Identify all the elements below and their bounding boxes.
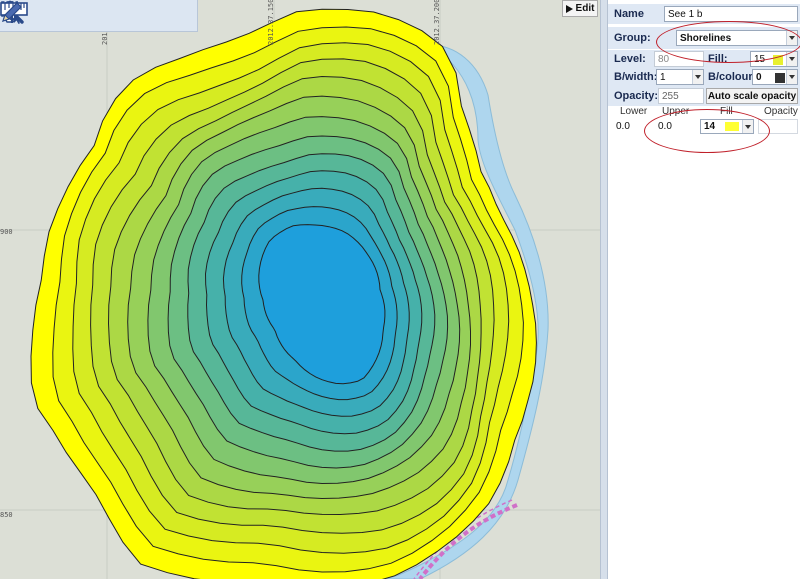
bwidth-label: B/width:: [614, 71, 658, 83]
name-label: Name: [614, 8, 644, 20]
table-row[interactable]: 0.0 0.0 14: [608, 119, 800, 135]
chevron-down-icon[interactable]: [786, 70, 797, 84]
chevron-down-icon[interactable]: [786, 31, 797, 45]
row-fill-swatch: [725, 122, 739, 131]
select-area-icon[interactable]: [1, 1, 96, 29]
panel-splitter[interactable]: [600, 0, 608, 579]
bcolour-select[interactable]: 0: [752, 69, 798, 85]
ruler-icon[interactable]: [0, 2, 164, 29]
name-field[interactable]: See 1 b: [664, 6, 798, 22]
chevron-down-icon[interactable]: [742, 120, 753, 133]
level-value: 80: [658, 53, 670, 65]
group-row: Group: Shorelines: [608, 27, 800, 49]
pencil-icon[interactable]: [2, 2, 197, 29]
edit-button[interactable]: Edit: [562, 0, 598, 17]
edit-button-label: Edit: [575, 3, 595, 14]
opacity-field[interactable]: 255: [658, 88, 704, 104]
measure-caduceus-icon[interactable]: [2, 2, 129, 29]
header-lower: Lower: [620, 106, 648, 117]
levels-table-header: Lower Upper Fill Opacity: [608, 106, 800, 118]
opacity-value: 255: [662, 90, 679, 102]
header-fill: Fill: [720, 106, 733, 117]
bwidth-value: 1: [660, 71, 666, 83]
contour-map[interactable]: [0, 0, 600, 579]
cell-fill-value: 14: [704, 121, 716, 132]
cell-fill-select[interactable]: 14: [700, 119, 754, 134]
play-arrow-icon: [565, 4, 573, 13]
cell-lower: 0.0: [616, 121, 630, 132]
name-value: See 1 b: [668, 8, 703, 20]
fill-select[interactable]: 15: [750, 51, 798, 67]
grid-label-y1: 900: [0, 228, 13, 236]
map-toolbar: [0, 0, 198, 32]
name-row: Name See 1 b: [608, 4, 800, 24]
border-color-swatch: [775, 73, 785, 83]
opacity-label: Opacity:: [614, 90, 659, 102]
pan-hand-icon[interactable]: [2, 0, 63, 29]
bcolour-label: B/colour:: [708, 71, 757, 83]
group-label: Group:: [614, 32, 651, 44]
header-upper: Upper: [662, 106, 690, 117]
group-select[interactable]: Shorelines: [676, 30, 798, 46]
grid-label-y2: 850: [0, 511, 13, 519]
properties-panel: Name See 1 b Group: Shorelines Level: 80…: [608, 0, 800, 579]
border-row: B/width: 1 B/colour: 0: [608, 68, 800, 86]
grid-label-x2: 2012.37.150: [267, 0, 275, 45]
cell-opacity-field[interactable]: [758, 119, 798, 134]
chevron-down-icon[interactable]: [692, 70, 703, 84]
group-value: Shorelines: [680, 32, 732, 44]
cell-upper: 0.0: [658, 121, 672, 132]
auto-scale-opacity-button[interactable]: Auto scale opacity: [706, 88, 798, 104]
map-canvas[interactable]: 2012.37.100 2012.37.150 2012.37.200 900 …: [0, 0, 600, 579]
bwidth-select[interactable]: 1: [656, 69, 704, 85]
grid-label-x3: 2012.37.200: [433, 0, 441, 45]
chevron-down-icon[interactable]: [786, 52, 797, 66]
fill-label: Fill:: [708, 53, 728, 65]
bcolour-value: 0: [756, 71, 762, 83]
fill-value: 15: [754, 53, 766, 65]
level-fill-row: Level: 80 Fill: 15: [608, 50, 800, 68]
header-opacity: Opacity: [764, 106, 798, 117]
fill-color-swatch: [773, 55, 783, 65]
level-field[interactable]: 80: [654, 51, 704, 67]
level-label: Level:: [614, 53, 646, 65]
